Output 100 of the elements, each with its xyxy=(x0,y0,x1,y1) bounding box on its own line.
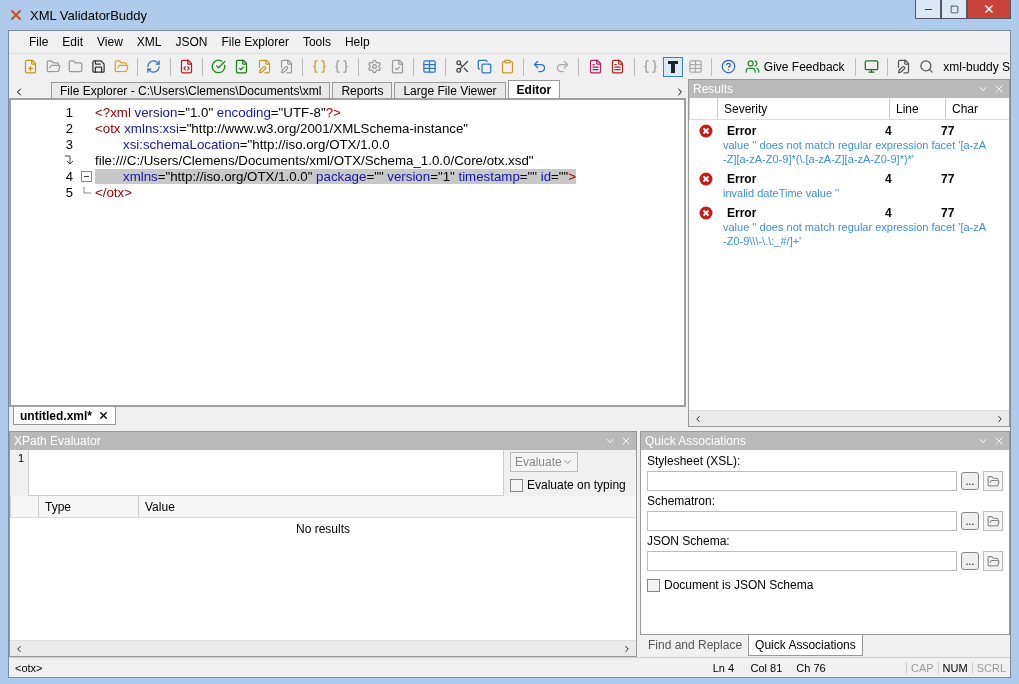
field-label: Schematron: xyxy=(647,494,717,508)
code-line: </otx> xyxy=(95,184,132,200)
line-indicator: Ln 4 xyxy=(712,661,736,674)
app-logo-icon xyxy=(8,7,24,23)
panel-tab[interactable]: Quick Associations xyxy=(748,635,863,656)
folder-icon[interactable] xyxy=(68,59,84,74)
table-icon[interactable] xyxy=(688,59,703,74)
minimize-button[interactable] xyxy=(915,0,941,19)
column-header[interactable]: Type xyxy=(38,496,138,517)
xpath-input-field[interactable] xyxy=(28,450,504,496)
folder-icon[interactable] xyxy=(45,59,61,74)
error-icon xyxy=(699,206,713,220)
text-mode-toggle[interactable] xyxy=(663,56,683,77)
document-edit-icon[interactable] xyxy=(896,59,912,74)
help-icon[interactable] xyxy=(720,59,736,74)
wrap-arrow-icon xyxy=(64,155,73,165)
maximize-button[interactable] xyxy=(941,0,967,19)
braces-icon[interactable] xyxy=(311,59,327,74)
menu-item[interactable]: File Explorer xyxy=(215,33,295,51)
json-schema-checkbox[interactable]: Document is JSON Schema xyxy=(647,578,814,592)
open-folder-button[interactable] xyxy=(983,471,1003,491)
editor-tab[interactable]: Reports xyxy=(332,82,393,98)
document-icon[interactable] xyxy=(587,59,603,74)
close-button[interactable] xyxy=(967,0,1011,19)
editor-tab[interactable]: File Explorer - C:\Users\Clemens\Documents\xml xyxy=(51,82,331,98)
horizontal-scrollbar[interactable] xyxy=(10,640,636,656)
severity-cell-text: Error xyxy=(726,172,758,186)
column-header[interactable]: Value xyxy=(138,496,636,517)
menu-item[interactable]: Edit xyxy=(56,33,90,51)
menu-item[interactable]: View xyxy=(91,33,129,51)
scroll-right-icon[interactable] xyxy=(995,413,1005,424)
xsl-file-icon[interactable] xyxy=(178,59,194,74)
give-feedback-button[interactable]: Give Feedback xyxy=(740,57,849,76)
line-number: 5 xyxy=(65,184,73,200)
column-header[interactable]: Line xyxy=(889,98,945,119)
open-folder-button[interactable] xyxy=(983,551,1003,571)
document-check-icon[interactable] xyxy=(234,59,249,74)
scroll-right-icon[interactable] xyxy=(622,643,632,654)
document-tab[interactable]: untitled.xml* xyxy=(13,407,116,425)
gear-icon[interactable] xyxy=(366,59,382,74)
paste-icon[interactable] xyxy=(499,59,515,74)
refresh-icon[interactable] xyxy=(146,59,162,74)
panel-title: Quick Associations xyxy=(645,434,747,448)
close-icon[interactable] xyxy=(98,410,109,421)
code-line: file:///C:/Users/Clemens/Documents/xml/OTX/Schema_1.0.0/Core/otx.xsd" xyxy=(95,152,534,168)
save-icon[interactable] xyxy=(91,59,107,74)
document-icon[interactable] xyxy=(610,59,626,74)
menu-item[interactable]: JSON xyxy=(169,33,214,51)
error-message: value '' does not match regular expression facet '[a-zA-Z][a-zA-Z0-9]*(\.[a-zA-Z][a-zA-Z0-9]*)*' xyxy=(722,138,988,166)
column-header[interactable]: Char xyxy=(945,98,1009,119)
path-input-field[interactable] xyxy=(647,511,957,531)
char-cell-text: 77 xyxy=(941,124,956,138)
copy-icon[interactable] xyxy=(477,59,493,74)
document-check-icon[interactable] xyxy=(389,59,405,74)
field-label: JSON Schema: xyxy=(647,534,731,548)
column-header[interactable]: Severity xyxy=(717,98,889,119)
monitor-icon[interactable] xyxy=(863,59,879,74)
braces-icon[interactable] xyxy=(334,59,350,74)
key-indicator: NUM xyxy=(937,661,972,674)
folder-icon xyxy=(986,514,1000,528)
line-cell-text: 4 xyxy=(885,172,893,186)
browse-button[interactable]: ... xyxy=(961,552,979,570)
check-circle-icon[interactable] xyxy=(211,59,227,74)
new-file-icon[interactable] xyxy=(23,59,39,74)
redo-icon[interactable] xyxy=(555,59,571,74)
browse-button[interactable]: ... xyxy=(961,472,979,490)
folder-icon xyxy=(986,474,1000,488)
letter-t-icon xyxy=(666,59,679,74)
table-icon[interactable] xyxy=(422,59,438,74)
editor-tab[interactable]: Editor xyxy=(507,80,561,98)
scroll-left-icon[interactable] xyxy=(693,413,703,424)
product-label: xml-buddy S xyxy=(942,59,1011,74)
panel-tab[interactable]: Find and Replace xyxy=(642,635,749,654)
braces-icon[interactable] xyxy=(642,59,658,74)
menu-item[interactable]: XML xyxy=(130,33,168,51)
error-icon xyxy=(699,124,713,138)
editor-tab[interactable]: Large File Viewer xyxy=(394,82,506,98)
severity-cell-text: Error xyxy=(726,206,758,220)
path-input-field[interactable] xyxy=(647,551,957,571)
severity-cell-text: Error xyxy=(726,124,758,138)
horizontal-scrollbar[interactable] xyxy=(689,410,1009,426)
menu-item[interactable]: File xyxy=(23,33,55,51)
search-icon[interactable] xyxy=(919,59,935,74)
path-input-field[interactable] xyxy=(647,471,957,491)
undo-icon[interactable] xyxy=(532,59,548,74)
menu-item[interactable]: Help xyxy=(338,33,376,51)
open-folder-button[interactable] xyxy=(983,511,1003,531)
code-editor[interactable] xyxy=(9,98,686,407)
folder-icon[interactable] xyxy=(113,59,129,74)
browse-button[interactable]: ... xyxy=(961,512,979,530)
line-cell-text: 4 xyxy=(885,206,893,220)
column-indicator: Col 81 xyxy=(750,661,784,674)
scroll-left-icon[interactable] xyxy=(14,643,24,654)
evaluate-on-typing-checkbox[interactable]: Evaluate on typing xyxy=(510,478,626,492)
menu-item[interactable]: Tools xyxy=(296,33,337,51)
char-cell-text: 77 xyxy=(941,172,956,186)
fold-toggle-icon[interactable] xyxy=(80,170,92,182)
window-title: XML ValidatorBuddy xyxy=(30,7,148,23)
line-number: 4 xyxy=(65,168,73,184)
cut-icon[interactable] xyxy=(454,59,470,74)
